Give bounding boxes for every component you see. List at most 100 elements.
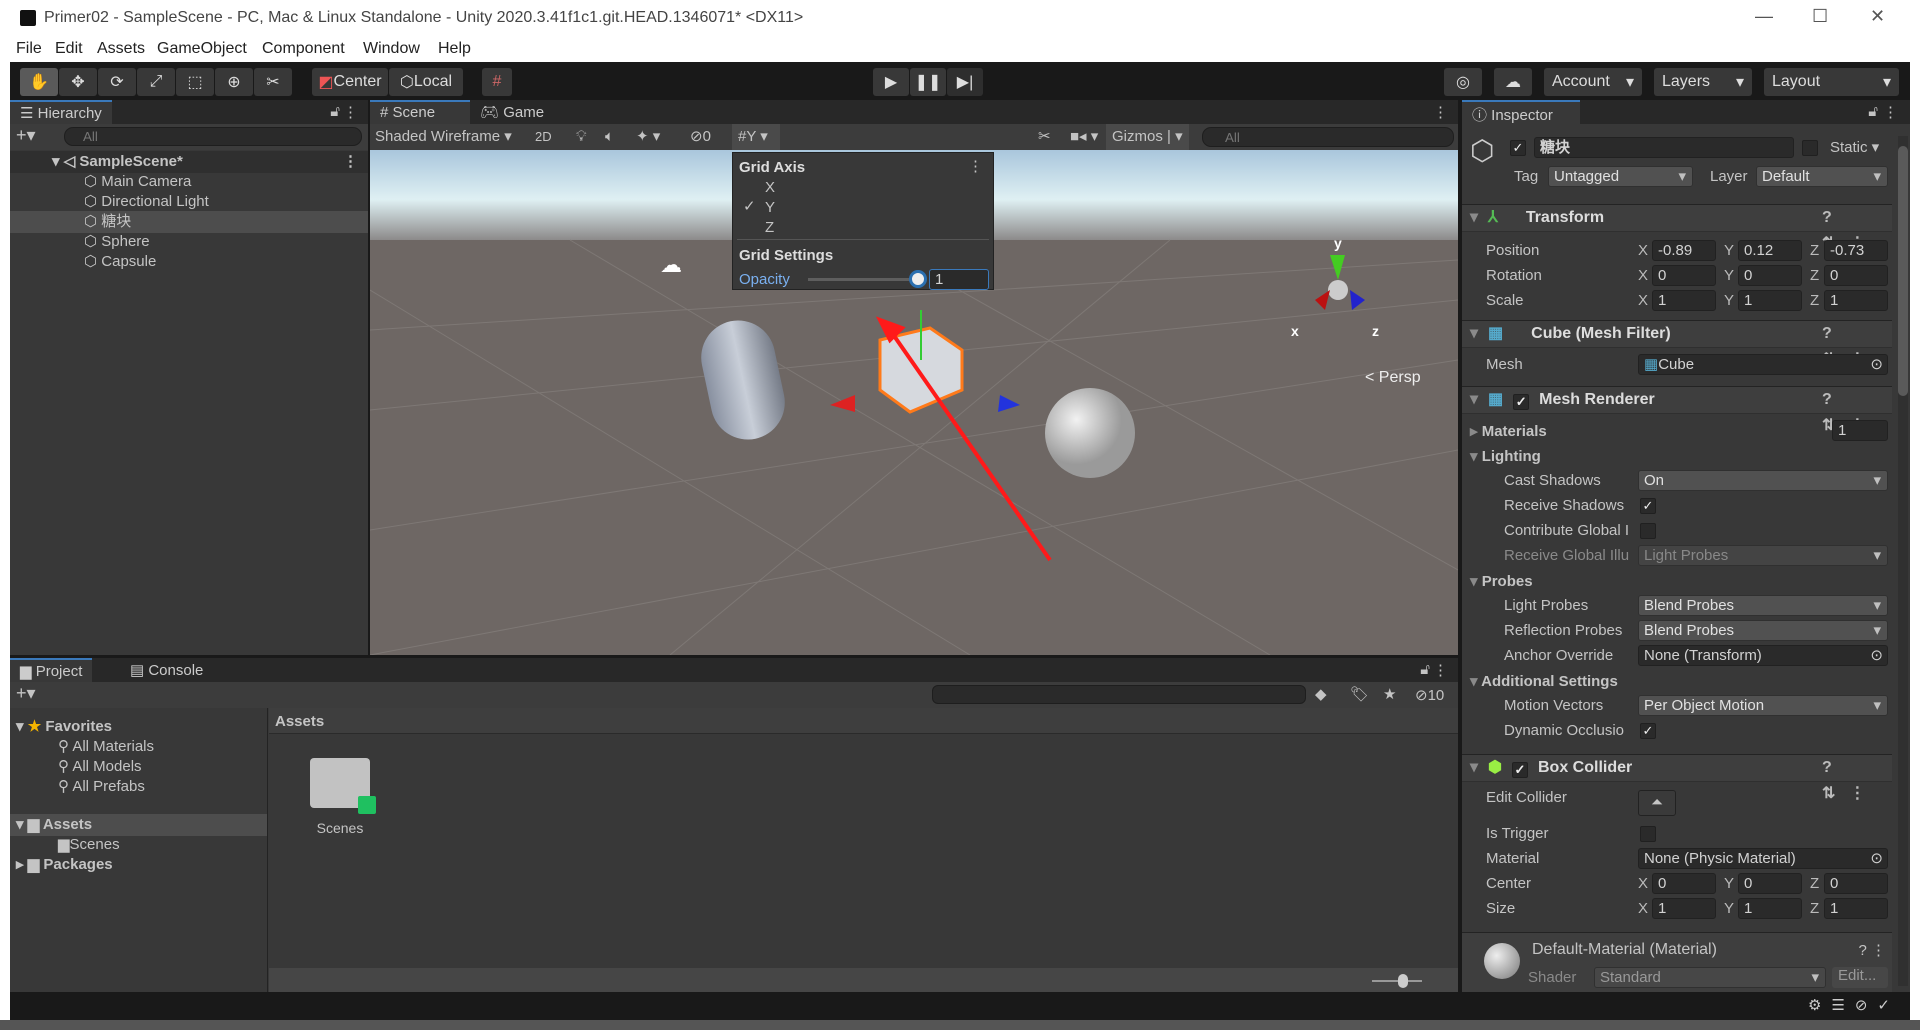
anchor-override-field[interactable]: None (Transform) ⊙ <box>1638 645 1888 666</box>
edit-shader-button[interactable]: Edit... <box>1832 967 1888 988</box>
more-icon[interactable]: ⋮ <box>1883 103 1898 121</box>
folder-tile[interactable]: Scenes <box>300 758 380 848</box>
grid-toggle-button[interactable]: #Y ▾ <box>732 124 780 150</box>
static-checkbox[interactable] <box>1802 140 1818 156</box>
tab-hierarchy[interactable]: ☰ Hierarchy <box>10 100 112 124</box>
favorites-row[interactable]: ▾ ★ Favorites <box>10 716 267 738</box>
probes-foldout[interactable]: ▾ Probes <box>1470 572 1533 590</box>
menu-file[interactable]: File <box>16 40 42 58</box>
tools-icon[interactable]: ✂ <box>1038 124 1051 150</box>
lock-icon[interactable]: 🔓︎ <box>1868 103 1878 120</box>
menu-component[interactable]: Component <box>262 40 345 58</box>
menu-edit[interactable]: Edit <box>55 40 83 58</box>
object-name-input[interactable]: 糖块 <box>1534 137 1794 158</box>
scale-z-input[interactable]: 1 <box>1824 290 1888 311</box>
scale-y-input[interactable]: 1 <box>1738 290 1802 311</box>
scale-x-input[interactable]: 1 <box>1652 290 1716 311</box>
cast-shadows-dropdown[interactable]: On <box>1638 470 1888 491</box>
cloud-button[interactable]: ☁ <box>1494 68 1532 96</box>
tab-console[interactable]: ▤ Console <box>120 658 213 682</box>
shader-dropdown[interactable]: Standard <box>1594 967 1826 988</box>
mesh-renderer-header[interactable]: ▾▦✓Mesh Renderer?⇅⋮ <box>1462 386 1892 434</box>
scene-search-input[interactable] <box>1202 127 1454 147</box>
center-y-input[interactable]: 0 <box>1738 873 1802 894</box>
materials-foldout[interactable]: ▸ Materials <box>1470 422 1547 440</box>
size-z-input[interactable]: 1 <box>1824 898 1888 919</box>
audio-toggle-icon[interactable]: 🔈︎ <box>605 124 614 150</box>
icon-size-slider[interactable] <box>1372 974 1422 988</box>
move-tool-button[interactable]: ✥ <box>59 68 97 96</box>
more-icon[interactable]: ⋮ <box>1433 661 1448 679</box>
box-collider-header[interactable]: ▾ ⬢ ✓ Box Collider ?⇅⋮ <box>1462 754 1892 802</box>
projection-toggle[interactable]: < Persp <box>1365 369 1421 386</box>
light-probes-dropdown[interactable]: Blend Probes <box>1638 595 1888 616</box>
list-item[interactable]: ⚲ All Prefabs <box>10 776 267 798</box>
mesh-object-field[interactable]: ▦Cube ⊙ <box>1638 354 1888 375</box>
opacity-input[interactable]: 1 <box>929 269 989 290</box>
rotate-tool-button[interactable]: ⟳ <box>98 68 136 96</box>
tab-game[interactable]: 🎮︎ Game <box>470 100 554 124</box>
rect-tool-button[interactable]: ⬚ <box>176 68 214 96</box>
project-search-input[interactable] <box>932 685 1306 704</box>
list-item[interactable]: ⚲ All Models <box>10 756 267 778</box>
position-y-input[interactable]: 0.12 <box>1738 240 1802 261</box>
pause-button[interactable]: ❚❚ <box>910 68 946 96</box>
layer-dropdown[interactable]: Default <box>1756 166 1888 187</box>
filter-label-icon[interactable]: 🏷︎ <box>1350 685 1369 703</box>
object-picker-icon[interactable]: ⊙ <box>1870 355 1883 374</box>
filter-type-icon[interactable]: ◆ <box>1315 685 1327 703</box>
collab-button[interactable]: ◎ <box>1444 68 1482 96</box>
tab-scene[interactable]: # Scene <box>370 100 470 124</box>
more-icon[interactable]: ⋮ <box>968 157 983 175</box>
axis-option-z[interactable]: Z <box>765 219 774 236</box>
enabled-checkbox[interactable]: ✓ <box>1512 762 1528 778</box>
is-trigger-checkbox[interactable] <box>1640 826 1656 842</box>
contribute-gi-checkbox[interactable] <box>1640 523 1656 539</box>
close-button[interactable]: ✕ <box>1870 6 1885 27</box>
space-local-button[interactable]: ⬡ Local <box>389 68 463 96</box>
enabled-checkbox[interactable]: ✓ <box>1513 394 1530 410</box>
step-button[interactable]: ▶| <box>947 68 983 96</box>
more-icon[interactable]: ⋮ <box>343 151 358 173</box>
breadcrumb-assets[interactable]: Assets <box>275 713 324 730</box>
rotation-z-input[interactable]: 0 <box>1824 265 1888 286</box>
mesh-filter-header[interactable]: ▾▦Cube (Mesh Filter)?⇅⋮ <box>1462 320 1892 368</box>
additional-settings-foldout[interactable]: ▾ Additional Settings <box>1470 672 1618 690</box>
tab-project[interactable]: ▆ Project <box>10 658 93 682</box>
materials-count-input[interactable]: 1 <box>1832 420 1888 441</box>
lock-icon[interactable]: 🔓︎ <box>1420 661 1430 678</box>
list-item[interactable]: ⬡ Main Camera <box>10 171 368 193</box>
rotation-y-input[interactable]: 0 <box>1738 265 1802 286</box>
static-dropdown[interactable]: Static ▾ <box>1830 138 1879 156</box>
hand-tool-button[interactable]: ✋ <box>20 68 58 96</box>
axis-option-x[interactable]: X <box>765 179 775 196</box>
account-dropdown[interactable]: Account ▾ <box>1544 68 1642 96</box>
object-picker-icon[interactable]: ⊙ <box>1870 646 1883 665</box>
minimize-button[interactable]: — <box>1755 6 1773 27</box>
object-picker-icon[interactable]: ⊙ <box>1870 849 1883 868</box>
lighting-toggle-icon[interactable]: 💡︎ <box>576 124 587 150</box>
hidden-packages-toggle[interactable]: ⊘10 <box>1415 686 1444 704</box>
list-item[interactable]: ▆Scenes <box>10 834 267 856</box>
scene-row[interactable]: ▾ ◁ SampleScene* ⋮ <box>10 151 368 173</box>
rotation-x-input[interactable]: 0 <box>1652 265 1716 286</box>
layers-dropdown[interactable]: Layers ▾ <box>1654 68 1752 96</box>
component-actions[interactable]: ? ⋮ <box>1858 941 1886 959</box>
list-item[interactable]: ⬡ Capsule <box>10 251 368 273</box>
dynamic-occlusion-checkbox[interactable]: ✓ <box>1640 723 1656 739</box>
tab-inspector[interactable]: ⓘ Inspector <box>1462 100 1580 124</box>
2d-toggle[interactable]: 2D <box>535 124 552 150</box>
tag-dropdown[interactable]: Untagged <box>1548 166 1693 187</box>
edit-collider-button[interactable]: ⏶ <box>1638 790 1676 816</box>
maximize-button[interactable]: ☐ <box>1812 6 1828 27</box>
grid-snap-button[interactable]: # <box>482 68 512 96</box>
opacity-slider[interactable] <box>808 278 918 281</box>
opacity-slider-handle[interactable] <box>909 270 927 288</box>
add-button[interactable]: +▾ <box>16 125 36 146</box>
center-z-input[interactable]: 0 <box>1824 873 1888 894</box>
menu-assets[interactable]: Assets <box>97 40 145 58</box>
assets-row[interactable]: ▾ ▆ Assets <box>10 814 267 836</box>
sphere-object[interactable] <box>1045 388 1135 478</box>
size-x-input[interactable]: 1 <box>1652 898 1716 919</box>
more-icon[interactable]: ⋮ <box>343 103 358 121</box>
